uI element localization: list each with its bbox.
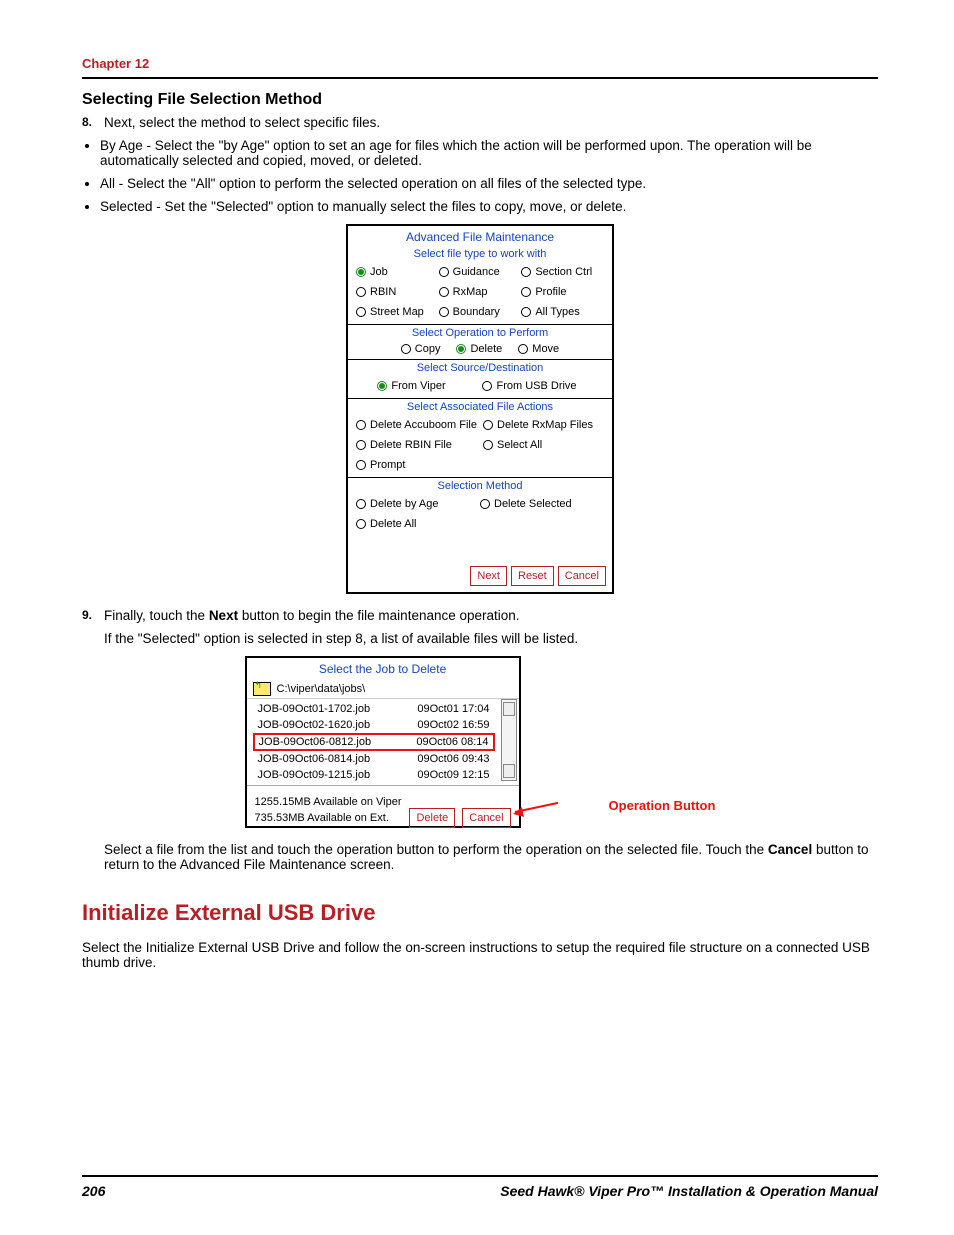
after-dialog-para: Select a file from the list and touch th… [82,842,878,872]
section-heading-initialize-usb: Initialize External USB Drive [82,900,878,926]
radio-icon [356,267,366,277]
radio-icon [482,381,492,391]
scroll-down-icon[interactable] [503,764,515,778]
path-row[interactable]: C:\viper\data\jobs\ [247,680,519,699]
radio-delete-selected[interactable]: Delete Selected [480,498,598,510]
radio-icon [356,519,366,529]
manual-title: Seed Hawk® Viper Pro™ Installation & Ope… [500,1183,878,1199]
dialog1-filetype-header: Select file type to work with [348,246,612,262]
file-row[interactable]: JOB-09Oct06-0814.job09Oct06 09:43 [253,751,495,767]
bullet-by-age: By Age - Select the "by Age" option to s… [100,138,878,168]
step-9: 9. Finally, touch the Next button to beg… [82,608,878,623]
subsection-heading: Selecting File Selection Method [82,91,878,109]
delete-button[interactable]: Delete [409,808,455,828]
folder-up-icon[interactable] [253,682,271,696]
path-text: C:\viper\data\jobs\ [277,683,366,695]
step-9-note: If the "Selected" option is selected in … [82,631,878,646]
radio-icon [356,499,366,509]
radio-prompt[interactable]: Prompt [356,459,477,471]
bullet-selected: Selected - Set the "Selected" option to … [100,199,878,214]
file-row[interactable]: JOB-09Oct09-1215.job09Oct09 12:15 [253,767,495,783]
header-rule [82,77,878,79]
radio-all-types[interactable]: All Types [521,306,598,318]
radio-from-usb[interactable]: From USB Drive [482,380,576,392]
radio-rxmap[interactable]: RxMap [439,286,516,298]
radio-from-viper[interactable]: From Viper [377,380,445,392]
radio-icon [439,307,449,317]
dialog1-method-header: Selection Method [348,478,612,494]
radio-delete-by-age[interactable]: Delete by Age [356,498,474,510]
file-row-selected[interactable]: JOB-09Oct06-0812.job09Oct06 08:14 [253,733,495,751]
radio-icon [356,440,366,450]
radio-icon [483,420,493,430]
next-button[interactable]: Next [470,566,507,586]
page-footer: 206 Seed Hawk® Viper Pro™ Installation &… [82,1168,878,1199]
radio-icon [456,344,466,354]
initialize-usb-para: Select the Initialize External USB Drive… [82,940,878,970]
file-row[interactable]: JOB-09Oct02-1620.job09Oct02 16:59 [253,717,495,733]
callout-label: Operation Button [609,799,716,813]
step-8-text: Next, select the method to select specif… [104,115,380,130]
radio-boundary[interactable]: Boundary [439,306,516,318]
radio-icon [401,344,411,354]
scroll-up-icon[interactable] [503,702,515,716]
radio-delete-all[interactable]: Delete All [356,518,474,530]
radio-icon [521,287,531,297]
step-9-text-bold: Next [209,608,238,623]
selection-method-bullets: By Age - Select the "by Age" option to s… [100,138,878,214]
step-9-text-a: Finally, touch the [104,608,209,623]
radio-icon [377,381,387,391]
step-8: 8. Next, select the method to select spe… [82,115,878,130]
radio-delete-rxmap-files[interactable]: Delete RxMap Files [483,419,598,431]
radio-icon [483,440,493,450]
radio-icon [518,344,528,354]
reset-button[interactable]: Reset [511,566,554,586]
radio-delete-rbin-file[interactable]: Delete RBIN File [356,439,477,451]
radio-job[interactable]: Job [356,266,433,278]
radio-icon [521,267,531,277]
step-9-text-b: button to begin the file maintenance ope… [238,608,519,623]
step-9-number: 9. [82,608,92,622]
radio-icon [356,307,366,317]
available-ext: 735.53MB Available on Ext. [255,812,389,824]
radio-rbin[interactable]: RBIN [356,286,433,298]
page-number: 206 [82,1183,105,1199]
radio-copy[interactable]: Copy [401,343,441,355]
radio-icon [439,287,449,297]
scrollbar[interactable] [501,699,517,781]
available-viper: 1255.15MB Available on Viper [255,796,511,808]
radio-delete-accuboom[interactable]: Delete Accuboom File [356,419,477,431]
dialog1-operation-header: Select Operation to Perform [348,325,612,341]
step-8-number: 8. [82,115,92,129]
radio-profile[interactable]: Profile [521,286,598,298]
radio-icon [356,420,366,430]
callout-arrow [521,665,571,820]
cancel-button[interactable]: Cancel [558,566,606,586]
radio-icon [521,307,531,317]
radio-icon [439,267,449,277]
radio-section-ctrl[interactable]: Section Ctrl [521,266,598,278]
radio-icon [480,499,490,509]
dialog1-assoc-header: Select Associated File Actions [348,399,612,415]
radio-guidance[interactable]: Guidance [439,266,516,278]
radio-delete[interactable]: Delete [456,343,502,355]
bullet-all: All - Select the "All" option to perform… [100,176,878,191]
cancel-button[interactable]: Cancel [462,808,510,828]
radio-icon [356,287,366,297]
dialog1-title: Advanced File Maintenance [348,226,612,246]
radio-street-map[interactable]: Street Map [356,306,433,318]
chapter-label: Chapter 12 [82,56,878,71]
file-row[interactable]: JOB-09Oct01-1702.job09Oct01 17:04 [253,701,495,717]
footer-rule [82,1175,878,1177]
file-list: JOB-09Oct01-1702.job09Oct01 17:04 JOB-09… [249,699,499,785]
radio-select-all[interactable]: Select All [483,439,598,451]
dialog2-title: Select the Job to Delete [247,658,519,680]
dialog1-source-header: Select Source/Destination [348,360,612,376]
radio-icon [356,460,366,470]
select-job-dialog: Select the Job to Delete C:\viper\data\j… [245,656,521,828]
radio-move[interactable]: Move [518,343,559,355]
advanced-file-maintenance-dialog: Advanced File Maintenance Select file ty… [346,224,614,594]
